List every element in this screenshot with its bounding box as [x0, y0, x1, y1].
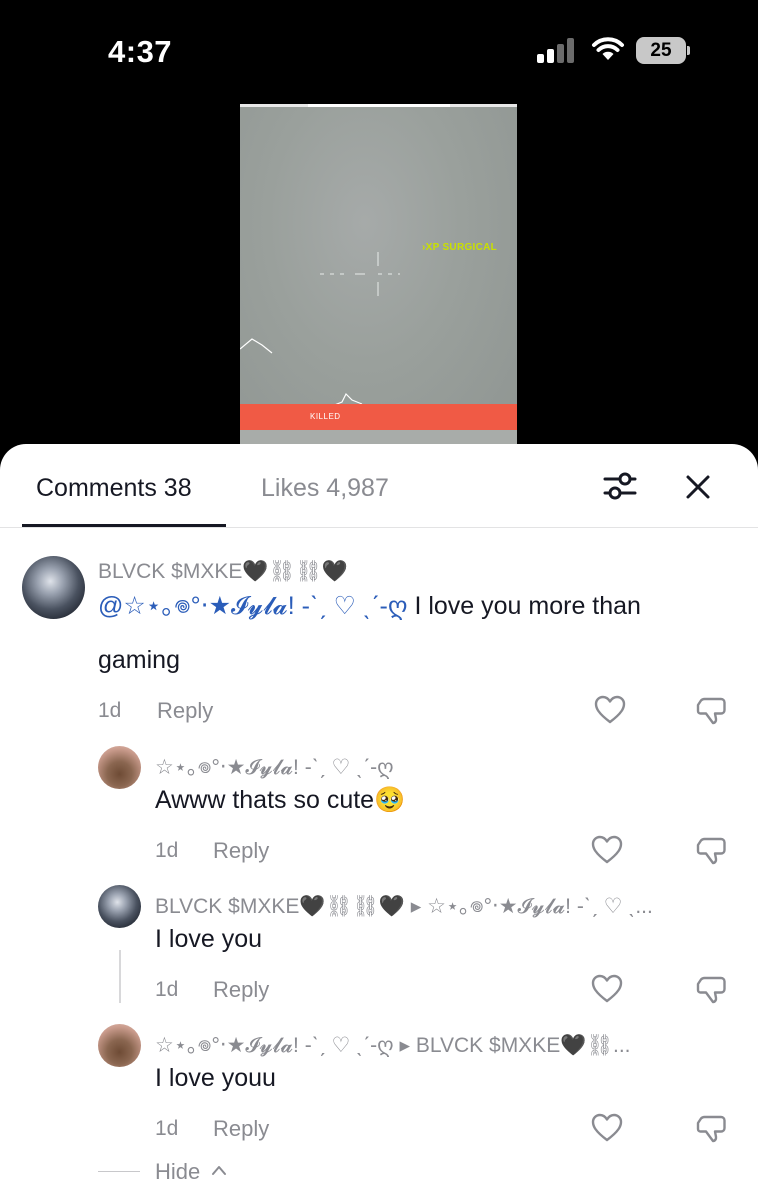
- dislike-icon[interactable]: [696, 695, 728, 725]
- video-area: ›XP SURGICAL KILLED: [0, 100, 758, 450]
- killed-banner-text: KILLED: [310, 412, 341, 421]
- comment-text-line: gaming: [98, 646, 180, 674]
- dislike-icon[interactable]: [696, 1113, 728, 1143]
- heart-icon[interactable]: [591, 835, 623, 865]
- status-time: 4:37: [108, 34, 173, 69]
- reply-button[interactable]: Reply: [157, 698, 213, 724]
- divider: [98, 1171, 140, 1172]
- avatar[interactable]: [98, 746, 141, 789]
- battery-level: 25: [650, 40, 672, 61]
- dislike-icon[interactable]: [696, 835, 728, 865]
- heart-icon[interactable]: [591, 974, 623, 1004]
- signal-icon: [537, 38, 575, 63]
- comment-text: @☆⋆｡𖦹°‧★𝓘𝔂𝓵𝓪! -ˋˏ ♡ ˎˊ-ღ I love you more…: [98, 579, 641, 633]
- scribble-mark: [240, 338, 273, 354]
- avatar[interactable]: [22, 556, 85, 619]
- comment-text-line: I love you more than: [407, 592, 641, 620]
- comment-time: 1d: [155, 978, 179, 1001]
- crosshair-icon: [320, 252, 400, 296]
- dislike-icon[interactable]: [696, 974, 728, 1004]
- comment-text: I love you: [155, 925, 263, 953]
- reply-button[interactable]: Reply: [213, 977, 269, 1003]
- status-bar: 4:37 25: [0, 0, 758, 100]
- heart-icon[interactable]: [591, 1113, 623, 1143]
- hide-replies-button[interactable]: Hide: [155, 1159, 200, 1185]
- tab-comments[interactable]: Comments 38: [36, 474, 192, 503]
- video-progress-track: [240, 104, 517, 107]
- divider: [0, 527, 758, 528]
- killed-banner: KILLED: [240, 404, 517, 430]
- avatar[interactable]: [98, 885, 141, 928]
- video-player[interactable]: ›XP SURGICAL KILLED: [240, 104, 517, 444]
- chevron-up-icon[interactable]: [211, 1164, 227, 1176]
- comment-time: 1d: [155, 839, 179, 862]
- tab-likes[interactable]: Likes 4,987: [261, 474, 389, 503]
- comment-time: 1d: [155, 1117, 179, 1140]
- comment-mention[interactable]: @☆⋆｡𖦹°‧★𝓘𝔂𝓵𝓪! -ˋˏ ♡ ˎˊ-ღ: [98, 592, 408, 620]
- thread-line: [119, 950, 121, 1003]
- comments-sheet: Comments 38 Likes 4,987 BLVCK $MXKE🖤⛓⛓🖤 …: [0, 444, 758, 1200]
- reply-button[interactable]: Reply: [213, 838, 269, 864]
- avatar[interactable]: [98, 1024, 141, 1067]
- battery-icon: 25: [636, 37, 690, 64]
- comment-time: 1d: [98, 699, 122, 722]
- filter-icon[interactable]: [603, 470, 637, 502]
- comment-text: I love youu: [155, 1064, 276, 1092]
- heart-icon[interactable]: [594, 695, 626, 725]
- wifi-icon: [592, 37, 624, 60]
- close-icon[interactable]: [684, 473, 712, 501]
- video-bottom-strip: [240, 430, 517, 444]
- video-hud-text: ›XP SURGICAL: [422, 242, 498, 253]
- reply-button[interactable]: Reply: [213, 1116, 269, 1142]
- comment-text: Awww thats so cute🥹: [155, 786, 406, 814]
